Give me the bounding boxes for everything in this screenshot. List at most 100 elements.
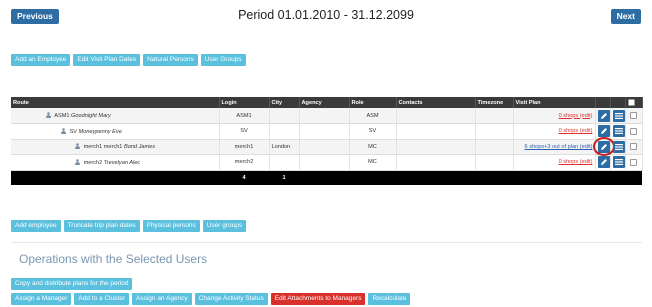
visit-plan-cell: 0 shops (edit) [513, 154, 596, 171]
operations-button-bar: Assign a Manager Add to a Cluster Assign… [11, 293, 411, 305]
role-cell: ASM [349, 108, 397, 124]
edit-visit-plan-dates-button[interactable]: Edit Visit Plan Dates [73, 54, 141, 66]
column-select [625, 97, 643, 108]
row-checkbox[interactable] [630, 127, 637, 135]
agency-cell [299, 154, 350, 171]
list-cell [610, 154, 626, 171]
row-checkbox[interactable] [630, 143, 637, 151]
recalculate-button[interactable]: Recalculate [368, 293, 411, 305]
route-person: Bond James [123, 144, 156, 151]
login-cell: merch2 [219, 154, 270, 171]
table-row: merch2 Trevelyan Alec merch2 MC 0 shops … [11, 154, 643, 171]
column-timezone[interactable]: Timezone [475, 97, 514, 108]
column-city[interactable]: City [269, 97, 300, 108]
bottom-button-bar: Add employee Truncate trip plan dates Ph… [11, 220, 247, 232]
list-cell [610, 139, 626, 155]
pencil-icon[interactable] [597, 125, 609, 138]
column-route[interactable]: Route [11, 97, 220, 108]
add-an-employee-button[interactable]: Add an Employee [11, 54, 71, 66]
assign-manager-button[interactable]: Assign a Manager [11, 293, 72, 305]
column-login[interactable]: Login [219, 97, 270, 108]
user-icon [75, 143, 80, 150]
add-to-cluster-button[interactable]: Add to a Cluster [74, 293, 129, 305]
list-icon[interactable] [612, 156, 624, 169]
user-groups-button[interactable]: User groups [202, 220, 247, 232]
totals-route [11, 170, 219, 185]
edit-cell [592, 136, 615, 156]
list-icon[interactable] [612, 140, 624, 153]
totals-login: 4 [219, 170, 269, 185]
contacts-cell [396, 139, 476, 155]
select-cell [625, 154, 643, 171]
city-cell: London [269, 139, 300, 155]
next-button[interactable]: Next [610, 9, 641, 24]
assign-agency-button[interactable]: Assign an Agency [132, 293, 192, 305]
route-cell: merch1 merch1 Bond James [11, 139, 220, 155]
select-cell [625, 139, 643, 155]
edit-attachments-to-managers-button[interactable]: Edit Attachments to Managers [270, 293, 366, 305]
column-list [610, 97, 626, 108]
truncate-trip-plan-dates-button[interactable]: Truncate trip plan dates [63, 220, 140, 232]
column-contacts[interactable]: Contacts [396, 97, 476, 108]
route-name: SV [69, 128, 78, 135]
edit-cell [595, 108, 611, 124]
totals-city: 1 [269, 170, 299, 185]
visit-plan-link[interactable]: 0 shops (edit) [559, 128, 593, 134]
table-header: Route Login City Agency Role Contacts Ti… [11, 97, 643, 108]
contacts-cell [396, 123, 476, 140]
route-cell: ASM1 Goodnight Mary [11, 108, 220, 124]
agency-cell [299, 108, 350, 124]
route-cell: SV Moneypenny Eve [11, 123, 220, 140]
login-cell: merch1 [219, 139, 270, 155]
highlight-circle [592, 136, 615, 156]
column-role[interactable]: Role [349, 97, 397, 108]
city-cell [269, 154, 300, 171]
select-cell [625, 108, 643, 124]
list-cell [610, 123, 626, 140]
route-cell: merch2 Trevelyan Alec [11, 154, 220, 171]
user-icon [46, 112, 51, 118]
natural-persons-button[interactable]: Natural Persons [143, 54, 198, 66]
pencil-icon[interactable] [592, 136, 615, 156]
top-button-bar: Add an Employee Edit Visit Plan Dates Na… [11, 54, 246, 66]
change-activity-status-button[interactable]: Change Activity Status [194, 293, 268, 305]
operations-title: Operations with the Selected Users [19, 252, 208, 266]
visit-plan-link[interactable]: 6 shops+3 out of plan (edit) [525, 144, 593, 150]
list-icon[interactable] [612, 109, 624, 122]
list-cell [610, 108, 626, 124]
timezone-cell [475, 108, 514, 124]
employees-table: Route Login City Agency Role Contacts Ti… [11, 97, 643, 185]
agency-cell [299, 123, 350, 140]
select-cell [625, 123, 643, 140]
visit-plan-cell: 6 shops+3 out of plan (edit) [513, 139, 596, 155]
table-row: SV Moneypenny Eve SV SV 0 shops (edit) [11, 123, 643, 140]
table-row: ASM1 Goodnight Mary ASM1 ASM 0 shops (ed… [11, 108, 643, 124]
row-checkbox[interactable] [630, 112, 637, 119]
list-icon[interactable] [612, 125, 624, 138]
route-name: merch2 [83, 159, 103, 166]
table-row: merch1 merch1 Bond James merch1 London M… [11, 136, 643, 156]
pencil-icon[interactable] [597, 109, 609, 122]
section-divider [11, 242, 642, 243]
column-edit [595, 97, 611, 108]
visit-plan-link[interactable]: 0 shops (edit) [559, 159, 593, 165]
timezone-cell [475, 123, 514, 140]
agency-cell [299, 139, 350, 155]
timezone-cell [475, 139, 514, 155]
contacts-cell [396, 154, 476, 171]
physical-persons-button[interactable]: Physical persons [142, 220, 200, 232]
visit-plan-link[interactable]: 0 shops (edit) [559, 113, 593, 119]
pencil-icon[interactable] [597, 156, 609, 169]
login-cell: SV [219, 123, 270, 140]
user-icon [75, 158, 80, 165]
column-agency[interactable]: Agency [299, 97, 350, 108]
row-checkbox[interactable] [630, 158, 637, 166]
column-visit-plan[interactable]: Visit Plan [513, 97, 596, 108]
select-all-checkbox[interactable] [627, 99, 635, 106]
copy-distribute-plans-button[interactable]: Copy and distribute plans for the period [11, 278, 133, 290]
add-employee-button[interactable]: Add employee [11, 220, 61, 232]
timezone-cell [475, 154, 514, 171]
contacts-cell [396, 108, 476, 124]
user-groups-button[interactable]: User Groups [200, 54, 246, 66]
user-icon [61, 127, 66, 134]
